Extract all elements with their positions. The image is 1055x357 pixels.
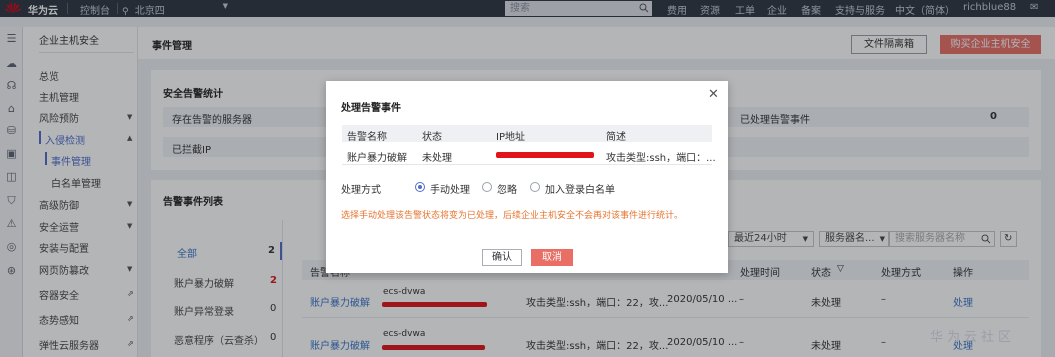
redaction-mark — [496, 152, 594, 158]
handle-alarm-dialog: 处理告警事件 ✕ 告警名称 状态 IP地址 简述 账户暴力破解 未处理 攻击类型… — [326, 81, 728, 273]
radio-manual[interactable] — [415, 182, 425, 192]
column-header: 状态 — [422, 132, 442, 143]
column-header: 简述 — [606, 132, 626, 143]
warning-text: 选择手动处理该告警状态将变为已处理，后续企业主机安全不会再对该事件进行统计。 — [341, 211, 684, 221]
table-header — [342, 125, 712, 142]
radio-whitelist[interactable] — [530, 182, 540, 192]
column-header: IP地址 — [496, 132, 525, 143]
alarm-name: 账户暴力破解 — [347, 153, 407, 164]
divider — [342, 164, 712, 165]
option-manual-label[interactable]: 手动处理 — [430, 181, 470, 196]
alarm-description: 攻击类型:ssh，端口：... — [606, 153, 716, 164]
column-header: 告警名称 — [347, 132, 387, 143]
alarm-status: 未处理 — [422, 153, 452, 164]
cancel-button[interactable]: 取消 — [531, 249, 573, 266]
dialog-title: 处理告警事件 — [341, 103, 401, 114]
handle-method-label: 处理方式 — [341, 185, 381, 196]
alarm-detail-table: 告警名称 状态 IP地址 简述 账户暴力破解 未处理 攻击类型:ssh，端口：.… — [342, 125, 716, 165]
option-ignore-label[interactable]: 忽略 — [497, 181, 517, 196]
radio-ignore[interactable] — [482, 182, 492, 192]
confirm-button[interactable]: 确认 — [482, 249, 522, 266]
option-whitelist-label[interactable]: 加入登录白名单 — [545, 181, 615, 196]
close-icon[interactable]: ✕ — [708, 87, 719, 102]
watermark: 华为云社区 — [930, 330, 1016, 345]
